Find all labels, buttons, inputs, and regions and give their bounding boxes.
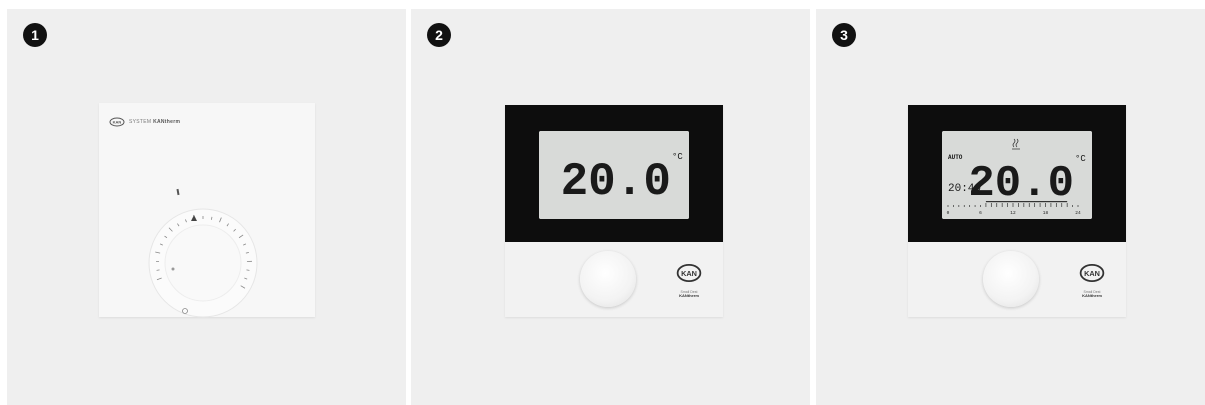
kan-logo-icon: KAN [676,263,702,283]
kan-logo-icon: KAN [1079,263,1105,283]
dial-marker [176,188,180,196]
kan-logo-icon: KAN [109,117,125,127]
svg-text:KAN: KAN [681,269,697,278]
lcd-display: 20.0 °C [539,131,689,219]
programmable-thermostat: AUTO 20.0 °C 20:40 0 6 12 18 24 KAN Small De… [908,105,1126,317]
number-badge: 2 [427,23,451,47]
logo-subtitle: Small Dest KANtherm [1082,290,1102,298]
schedule-comfort-segment [985,201,1068,203]
display-bezel: AUTO 20.0 °C 20:40 0 6 12 18 24 [908,105,1126,242]
brand-logo: KAN Small Dest KANtherm [1072,263,1112,298]
schedule-scale-label: 0 [947,210,950,216]
number-badge: 1 [23,23,47,47]
unit-label: °C [672,152,683,162]
logo-subtitle: Small Dest KANtherm [679,290,699,298]
lcd-display: AUTO 20.0 °C 20:40 0 6 12 18 24 [942,131,1092,219]
schedule-scale-label: 18 [1043,210,1049,216]
temperature-readout: 20.0 [561,156,671,208]
digital-thermostat: 20.0 °C KAN Small Dest KANtherm [505,105,723,317]
brand-logo: KAN Small Dest KANtherm [669,263,709,298]
analog-thermostat: KAN SYSTEM KANtherm [99,103,315,319]
schedule-scale-label: 24 [1075,210,1081,216]
control-knob[interactable] [983,251,1039,307]
control-knob[interactable] [580,251,636,307]
time-readout: 20:40 [948,183,981,195]
svg-text:KAN: KAN [113,120,122,125]
schedule-scale-label: 6 [979,210,982,216]
number-badge: 3 [832,23,856,47]
mode-label: AUTO [948,154,963,161]
unit-label: °C [1075,154,1086,164]
product-panel-2: 2 20.0 °C KAN Small Dest KANtherm [411,9,810,405]
temperature-dial[interactable] [147,207,259,319]
dial-tick [211,216,213,220]
brand-text: SYSTEM KANtherm [129,119,181,125]
schedule-scale-label: 12 [1010,210,1016,216]
display-bezel: 20.0 °C [505,105,723,242]
product-panel-3: 3 AUTO 20.0 °C 20:40 0 6 12 18 24 KAN Sm… [816,9,1205,405]
svg-text:KAN: KAN [1084,269,1100,278]
brand-strip: KAN SYSTEM KANtherm [109,117,180,127]
product-panel-1: 1 KAN SYSTEM KANtherm [7,9,406,405]
